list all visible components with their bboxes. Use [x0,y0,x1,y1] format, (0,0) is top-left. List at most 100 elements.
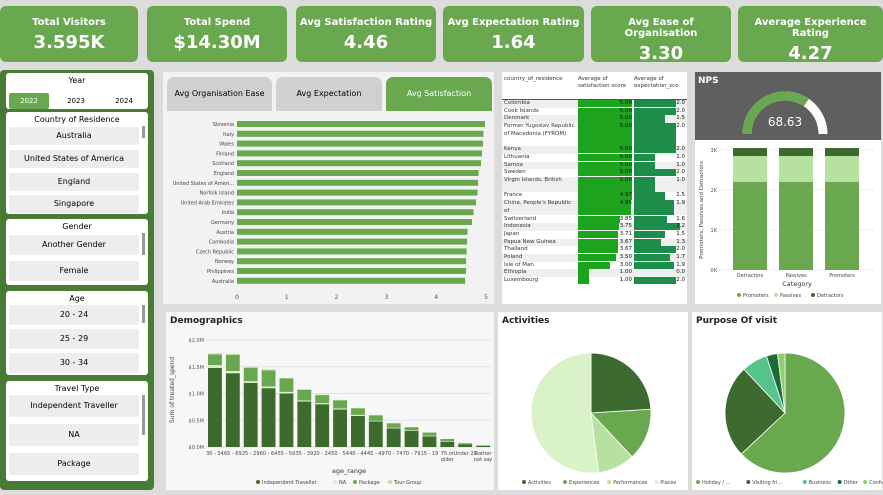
nps-title: NPS [698,76,719,86]
age-tick-label: 25 - 29 [242,451,260,457]
satisfaction-cell: 3.75 [619,223,632,230]
travel-type-option[interactable]: Independent Traveller [9,395,139,417]
country-tick-label: Wales [219,142,234,148]
nps-bar-segment [733,182,767,270]
age-tick-label: 70 - 79 [403,451,421,457]
country-option[interactable]: United States of America [9,150,139,168]
table-row[interactable]: France 4.97 1.5 [502,192,687,201]
x-tick-label: 1 [285,294,289,301]
x-axis-title: age_range [332,467,366,475]
country-slicer: Country of Residence Australia United St… [6,112,148,214]
age-tick-label: 45 - 49 [367,451,385,457]
table-row[interactable]: Kenya 5.00 2.0 [502,146,687,154]
gender-option[interactable]: Female [9,261,139,281]
legend-label: NA [339,480,347,486]
gender-scrollbar[interactable] [142,233,145,255]
satisfaction-bar [237,130,484,137]
demographics-bar-segment [440,438,455,442]
table-row[interactable]: Luxembourg 1.00 2.0 [502,277,687,285]
demographics-bar-segment [386,422,401,424]
purpose-title: Purpose Of visit [696,316,778,326]
column-header[interactable]: Average of satisfaction score [578,76,632,90]
gender-option[interactable]: Another Gender [9,235,139,255]
country-table-panel: country_of_residence Average of satisfact… [502,72,687,304]
age-option[interactable]: 30 - 34 [9,353,139,373]
table-row[interactable]: Poland 3.50 1.7 [502,254,687,262]
age-tick-label: 30 - 34 [206,451,224,457]
table-row[interactable]: Samoa 5.00 1.0 [502,161,687,170]
country-tick-label: Slovenia [213,122,234,128]
table-row[interactable]: Former Yugoslav Republic of Macedonia (F… [502,123,687,147]
travel-type-option[interactable]: Package [9,453,139,475]
nps-bar-segment [779,182,813,270]
satisfaction-by-country-chart: Slovenia Italy Wales Finland Scotland England… [173,121,488,301]
column-header[interactable]: country_of_residence [504,76,576,83]
legend-marker [563,480,567,484]
table-row[interactable]: Virgin Islands, British 5.00 1.0 [502,177,687,193]
demographics-bar-segment [208,354,222,366]
travel-type-scrollbar[interactable] [142,395,145,435]
y-axis-title: Promoters, Passives and Detractors [699,161,705,259]
table-row[interactable]: Lithuania 5.00 1.0 [502,153,687,162]
legend-label: Promoters [743,293,769,299]
table-row[interactable]: Denmark 5.00 1.5 [502,115,687,124]
table-row[interactable]: Thailand 3.67 2.0 [502,246,687,254]
y-tick-label: $0.5M [189,418,204,424]
table-row[interactable]: Cook Islands 5.00 2.0 [502,107,687,116]
legend-marker [654,480,659,484]
x-tick-label: 3 [384,294,388,301]
country-cell: China, People's Republic of [504,200,572,214]
demographics-bar-segment [476,445,490,446]
satisfaction-bar [237,238,468,245]
nps-bar-segment [825,148,859,156]
age-option[interactable]: 20 - 24 [9,305,139,325]
table-row[interactable]: Indonesia 3.75 2.2 [502,223,687,231]
tab-avg-expectation[interactable]: Avg Expectation [276,77,382,111]
y-tick-label: $1.5M [189,365,204,371]
demographics-bar-segment [422,432,437,436]
demographics-bar-segment [225,353,240,355]
year-option-2022[interactable]: 2022 [9,93,49,109]
table-row[interactable]: Colombia 5.00 2.0 [502,100,687,108]
activities-pie-chart: Activities Experiences Performances Places [522,352,677,486]
legend-label: Package [359,480,380,486]
legend-label: Activities [528,480,551,486]
expectation-cell: 2.0 [676,169,685,176]
country-option[interactable]: Singapore [9,195,139,213]
satisfaction-bar [237,258,467,265]
x-tick-label: 4 [434,294,438,301]
country-tick-label: Cambodia [209,240,234,246]
age-tick-label: not say [474,457,492,463]
country-option[interactable]: England [9,173,139,191]
year-option-2024[interactable]: 2024 [104,93,144,109]
table-row[interactable]: China, People's Republic of 4.95 1.9 [502,200,687,216]
year-option-2023[interactable]: 2023 [56,93,96,109]
category-tick-label: Detractors [737,273,764,279]
country-tick-label: Italy [223,132,234,138]
age-option[interactable]: 25 - 29 [9,329,139,349]
nps-bar-segment [825,156,859,182]
country-scrollbar[interactable] [142,126,145,138]
satisfaction-cell: 1.00 [619,269,632,276]
country-tick-label: United States of Ameri... [173,181,235,187]
demographics-bar-segment [386,428,401,447]
country-option[interactable]: Australia [9,127,139,145]
table-row[interactable]: Isle of Man 3.00 1.9 [502,261,687,270]
tab-avg-organisation-ease[interactable]: Avg Organisation Ease [167,77,272,111]
column-header[interactable]: Average of expectation_sco [634,76,686,90]
kpi-avg-experience: Average Experience Rating 4.27 [738,6,883,64]
satisfaction-cell: 5.00 [619,161,632,168]
table-row[interactable]: Ethiopia 1.00 0.0 [502,269,687,278]
travel-type-option[interactable]: NA [9,424,139,446]
tab-avg-satisfaction[interactable]: Avg Satisfaction [386,77,492,111]
table-row[interactable]: Sweden 5.00 2.0 [502,169,687,177]
nps-breakdown-chart: Promoters, Passives and Detractors 0K 1K 2K… [699,148,875,299]
expectation-cell: 2.2 [676,223,685,230]
table-row[interactable]: Papua New Guinea 3.67 1.3 [502,238,687,247]
satisfaction-bar [237,189,478,196]
table-row[interactable]: Japan 3.71 1.5 [502,230,687,239]
table-row[interactable]: Switzerland 3.85 1.6 [502,215,687,224]
age-scrollbar[interactable] [142,305,145,323]
satisfaction-cell: 5.00 [619,169,632,176]
country-cell: Thailand [504,246,528,253]
